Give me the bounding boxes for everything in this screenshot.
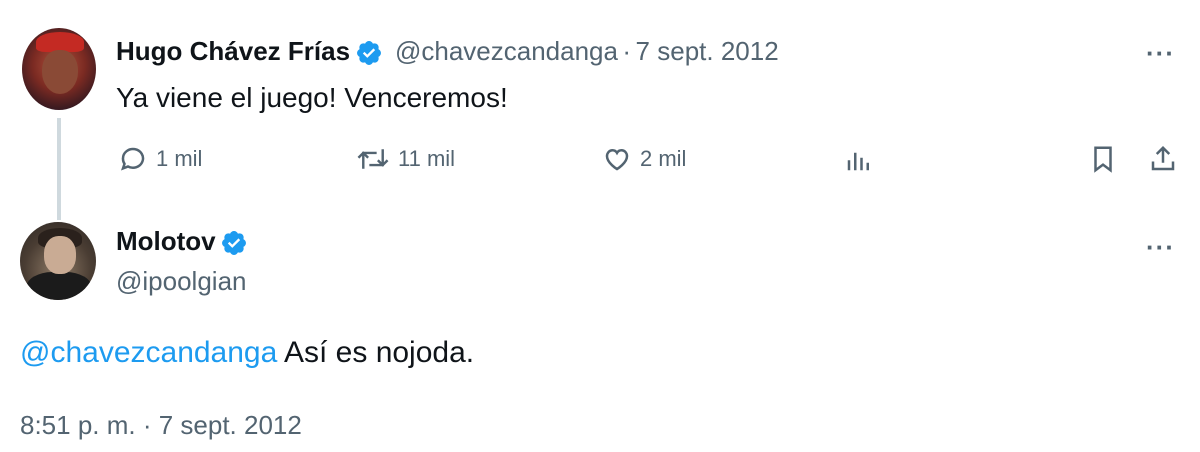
more-icon[interactable]: ··· bbox=[1146, 38, 1175, 69]
retweet-button[interactable]: 11 mil bbox=[356, 144, 455, 174]
reply-author-row: Molotov bbox=[116, 226, 248, 262]
bookmark-button[interactable] bbox=[1088, 144, 1118, 174]
reply-author-handle[interactable]: @ipoolgian bbox=[116, 266, 246, 297]
verified-badge-icon bbox=[220, 229, 248, 262]
thread-connector-line bbox=[57, 118, 61, 220]
reply-timestamp[interactable]: 8:51 p. m. · 7 sept. 2012 bbox=[20, 410, 302, 441]
share-button[interactable] bbox=[1148, 144, 1178, 174]
like-button[interactable]: 2 mil bbox=[602, 144, 686, 174]
reply-author-name[interactable]: Molotov bbox=[116, 226, 216, 256]
views-button[interactable] bbox=[844, 144, 874, 174]
verified-badge-icon bbox=[355, 39, 383, 72]
reply-body: Así es nojoda. bbox=[277, 336, 475, 369]
retweet-count: 11 mil bbox=[398, 146, 456, 171]
views-icon bbox=[844, 144, 874, 174]
tweet-date[interactable]: 7 sept. 2012 bbox=[636, 36, 779, 66]
avatar-cap-shape bbox=[36, 32, 84, 52]
author-name[interactable]: Hugo Chávez Frías bbox=[116, 36, 350, 66]
share-icon bbox=[1148, 144, 1178, 174]
retweet-icon bbox=[356, 144, 390, 174]
reply-icon bbox=[118, 144, 148, 174]
meta-separator: · bbox=[622, 36, 632, 66]
avatar-body-shape bbox=[26, 272, 92, 300]
mention-link[interactable]: @chavezcandanga bbox=[20, 336, 277, 369]
reply-count: 1 mil bbox=[156, 146, 203, 171]
tweet-text: Ya viene el juego! Venceremos! bbox=[116, 82, 508, 113]
tweet-header: Hugo Chávez Frías @chavezcandanga · 7 se… bbox=[116, 36, 779, 72]
like-count: 2 mil bbox=[640, 146, 687, 171]
avatar-molotov[interactable] bbox=[20, 222, 96, 300]
reply-button[interactable]: 1 mil bbox=[118, 144, 202, 174]
bookmark-icon bbox=[1088, 144, 1118, 174]
author-handle[interactable]: @chavezcandanga bbox=[395, 36, 618, 66]
heart-icon bbox=[602, 144, 632, 174]
avatar-face-shape bbox=[42, 50, 78, 94]
reply-text: @chavezcandanga Así es nojoda. bbox=[20, 336, 474, 370]
avatar-hugo-chavez[interactable] bbox=[22, 28, 96, 110]
more-icon[interactable]: ··· bbox=[1146, 232, 1175, 263]
avatar-face-shape bbox=[44, 236, 76, 274]
